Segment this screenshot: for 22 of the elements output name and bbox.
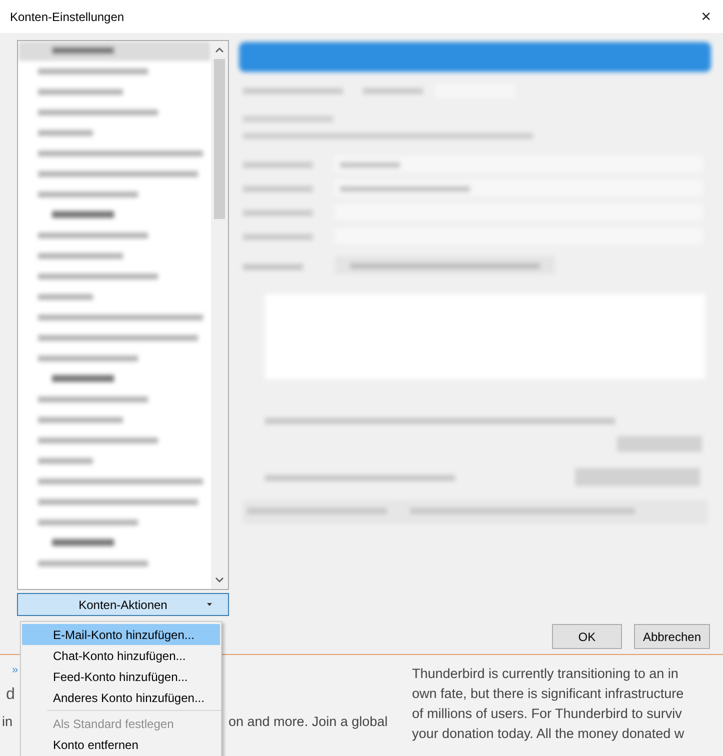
paragraph-line: own fate, but there is significant infrastructure (412, 685, 684, 703)
menu-item[interactable]: Konto entfernen (22, 734, 220, 755)
paragraph-line: your donation today. All the money donated w (412, 725, 684, 743)
menu-item[interactable]: Chat-Konto hinzufügen... (22, 645, 220, 666)
scroll-up-icon[interactable] (215, 47, 224, 53)
scroll-down-icon[interactable] (215, 577, 224, 583)
scrollbar[interactable] (211, 41, 228, 589)
window-title: Konten-Einstellungen (10, 8, 124, 26)
paragraph-line: Thunderbird is currently transitioning to an in (412, 665, 680, 683)
paragraph-line: of millions of users. For Thunderbird to surviv (412, 705, 683, 723)
scrollbar-thumb[interactable] (214, 59, 225, 219)
caret-icon (207, 603, 212, 606)
menu-item[interactable]: Anderes Konto hinzufügen... (22, 687, 220, 708)
close-button[interactable]: × (697, 8, 715, 25)
heading-fragment: d (6, 685, 15, 705)
menu-item[interactable]: Feed-Konto hinzufügen... (22, 666, 220, 687)
menu-item[interactable]: E-Mail-Konto hinzufügen... (22, 624, 220, 645)
dialog-button[interactable]: Abbrechen (634, 624, 710, 649)
text-fragment: in (2, 713, 13, 731)
account-actions-button[interactable]: Konten-Aktionen (17, 593, 229, 616)
dialog-button[interactable]: OK (552, 624, 622, 649)
text-fragment: on and more. Join a global (228, 713, 388, 731)
